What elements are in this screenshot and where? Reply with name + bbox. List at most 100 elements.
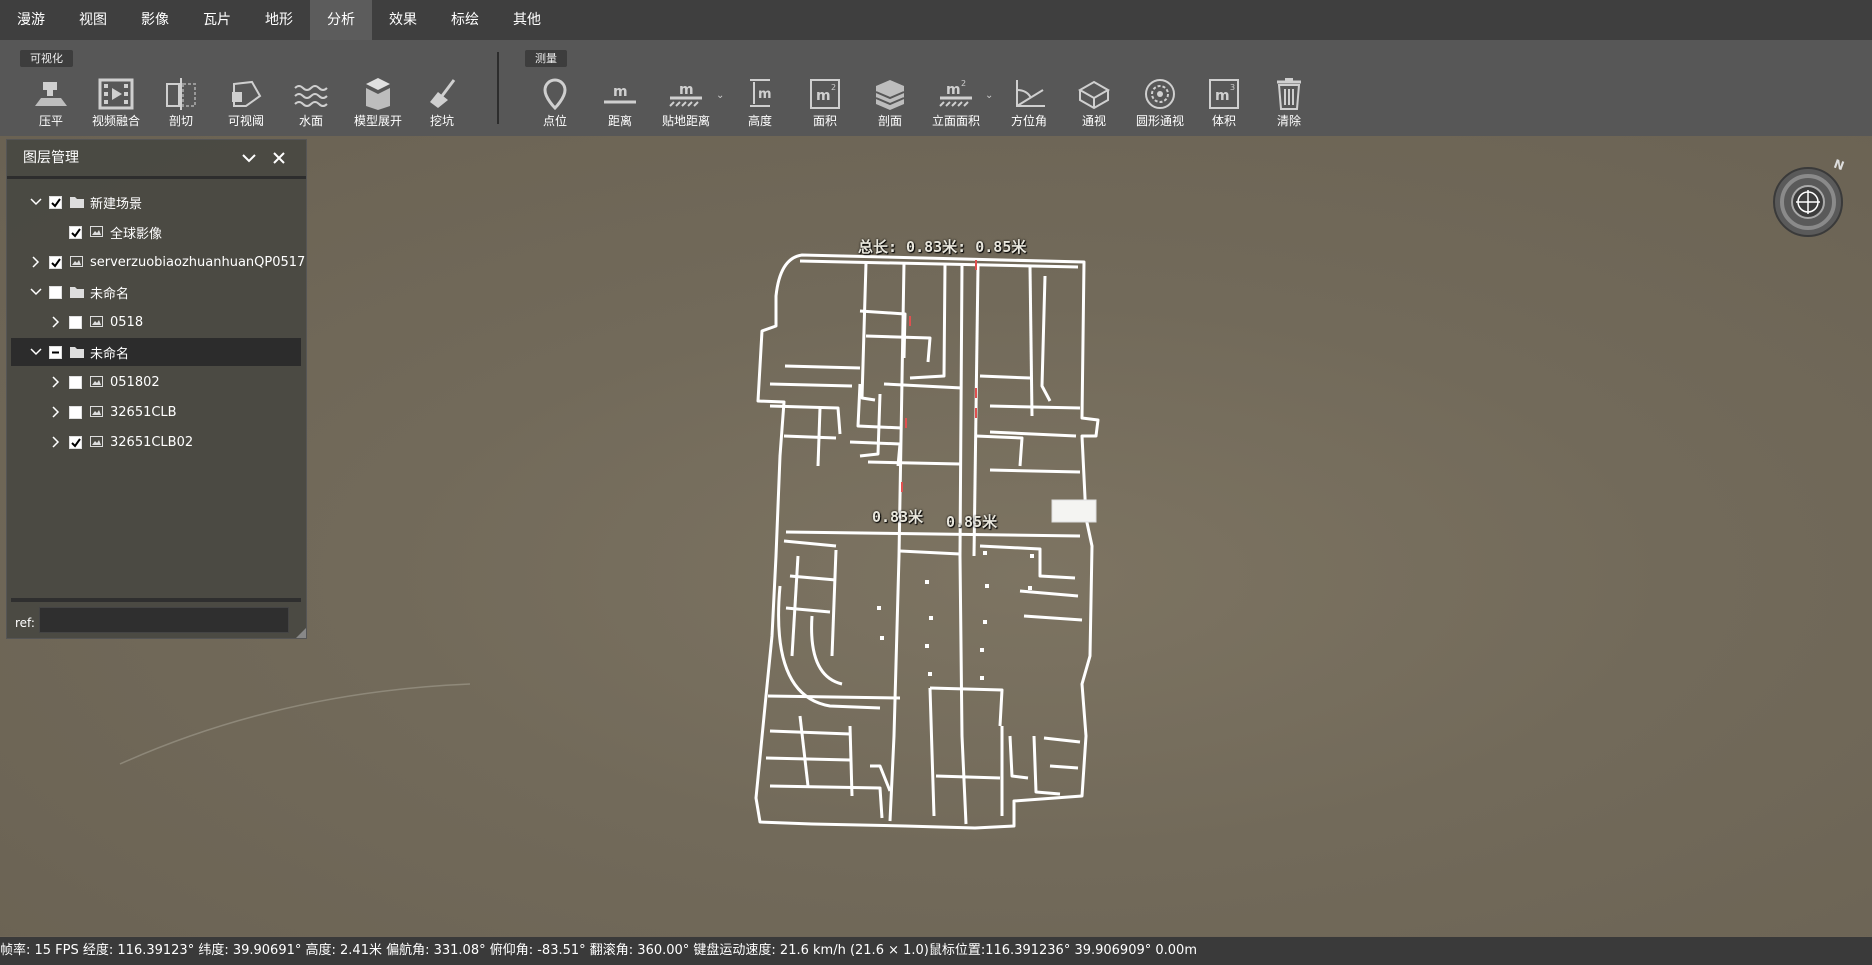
layer-checkbox[interactable]: [49, 345, 62, 359]
area-button[interactable]: m2 面积: [793, 74, 857, 134]
layer-checkbox[interactable]: [69, 315, 82, 329]
tree-node-unnamed[interactable]: 未命名: [11, 278, 319, 306]
area-icon: m2: [810, 79, 840, 109]
tree-node-new-scene[interactable]: 新建场景: [11, 188, 319, 216]
ribbon-divider: [497, 52, 499, 124]
close-button[interactable]: [267, 140, 291, 176]
video-fusion-button[interactable]: 视频融合: [84, 74, 148, 134]
ground-distance-icon: m: [669, 82, 702, 107]
tab-roam[interactable]: 漫游: [0, 0, 62, 40]
line-of-sight-button[interactable]: 通视: [1062, 74, 1126, 134]
svg-text:m: m: [946, 82, 961, 98]
tree-node-unnamed-selected[interactable]: 未命名: [11, 338, 301, 366]
facade-area-icon: m2: [939, 79, 972, 107]
tree-node-server-layer[interactable]: serverzuobiaozhuanhuanQP0517: [11, 248, 325, 276]
group-label-measure: 测量: [525, 50, 567, 67]
svg-text:2: 2: [831, 83, 836, 92]
status-text: 帧率: 15 FPS 经度: 116.39123° 纬度: 39.90691° …: [0, 943, 1197, 958]
collapse-button[interactable]: [237, 140, 261, 176]
layer-label: 0518: [110, 314, 144, 330]
chevron-down-icon[interactable]: ⌄: [716, 90, 724, 101]
flatten-button[interactable]: 压平: [19, 74, 83, 134]
facade-area-button[interactable]: m2 立面面积: [923, 74, 989, 134]
expand-arrow-icon[interactable]: [29, 255, 43, 269]
layer-checkbox[interactable]: [69, 405, 82, 419]
circular-sight-button[interactable]: 圆形通视: [1127, 74, 1193, 134]
tab-other[interactable]: 其他: [496, 0, 558, 40]
azimuth-button[interactable]: 方位角: [997, 74, 1061, 134]
tab-plotting[interactable]: 标绘: [434, 0, 496, 40]
water-surface-icon: [294, 85, 328, 107]
close-icon: [273, 152, 285, 164]
tool-label: 模型展开: [353, 114, 402, 128]
tab-analysis[interactable]: 分析: [310, 0, 372, 40]
tool-label: 剖面: [877, 114, 902, 128]
image-layer-icon: [90, 406, 103, 417]
tab-tiles[interactable]: 瓦片: [186, 0, 248, 40]
height-icon: m: [750, 79, 772, 107]
svg-text:m: m: [613, 84, 628, 100]
circular-sight-icon: [1145, 79, 1175, 109]
tree-node-051802[interactable]: 051802: [11, 368, 339, 396]
line-of-sight-icon: [1077, 80, 1111, 110]
main-menu-bar: 漫游 视图 影像 瓦片 地形 分析 效果 标绘 其他: [0, 0, 1872, 40]
model-explode-button[interactable]: 模型展开: [344, 74, 412, 134]
trash-icon: [1277, 78, 1301, 110]
layer-label: 未命名: [90, 286, 130, 302]
clip-button[interactable]: 剖切: [149, 74, 213, 134]
viewshed-button[interactable]: 可视阈: [214, 74, 278, 134]
section-button[interactable]: 剖面: [858, 74, 922, 134]
svg-text:m: m: [679, 82, 694, 98]
water-surface-button[interactable]: 水面: [279, 74, 343, 134]
expand-arrow-icon[interactable]: [49, 405, 63, 419]
tab-imagery[interactable]: 影像: [124, 0, 186, 40]
layer-label: 全球影像: [110, 226, 163, 242]
layer-checkbox[interactable]: [69, 435, 82, 449]
point-position-button[interactable]: 点位: [523, 74, 587, 134]
ref-input[interactable]: [39, 607, 289, 633]
distance-button[interactable]: m 距离: [588, 74, 652, 134]
excavate-button[interactable]: 挖坑: [410, 74, 474, 134]
tool-label: 距离: [607, 114, 632, 128]
tool-label: 压平: [38, 114, 63, 128]
volume-button[interactable]: m3 体积: [1192, 74, 1256, 134]
layer-checkbox[interactable]: [49, 255, 62, 269]
tool-label: 挖坑: [429, 114, 454, 128]
expand-arrow-icon[interactable]: [29, 195, 43, 209]
layer-checkbox[interactable]: [49, 285, 62, 299]
tree-node-32651clb02[interactable]: 32651CLB02: [11, 428, 339, 456]
tab-effects[interactable]: 效果: [372, 0, 434, 40]
chevron-down-icon: [242, 154, 256, 163]
tool-label: 体积: [1211, 114, 1236, 128]
layer-checkbox[interactable]: [69, 225, 82, 239]
svg-text:m: m: [816, 88, 831, 104]
resize-grip-icon[interactable]: [296, 628, 306, 638]
tool-label: 面积: [812, 114, 837, 128]
layer-label: 未命名: [90, 346, 130, 362]
expand-arrow-icon[interactable]: [49, 315, 63, 329]
group-label-visualization: 可视化: [20, 50, 73, 67]
clip-icon: [166, 78, 196, 110]
chevron-down-icon[interactable]: ⌄: [985, 90, 993, 101]
measure-total-label: 总长: 0.83米: 0.85米: [858, 238, 1027, 256]
expand-arrow-icon[interactable]: [49, 375, 63, 389]
horizontal-scrollbar[interactable]: [11, 598, 301, 602]
folder-icon: [70, 287, 84, 298]
navigation-compass[interactable]: N: [1772, 157, 1846, 244]
expand-arrow-icon[interactable]: [29, 285, 43, 299]
tab-terrain[interactable]: 地形: [248, 0, 310, 40]
height-button[interactable]: m 高度: [728, 74, 792, 134]
clear-button[interactable]: 清除: [1257, 74, 1321, 134]
tool-label: 水面: [298, 114, 323, 128]
tool-label: 圆形通视: [1135, 114, 1184, 128]
tree-node-global-imagery[interactable]: 全球影像: [11, 218, 359, 246]
expand-arrow-icon[interactable]: [49, 435, 63, 449]
tab-view[interactable]: 视图: [62, 0, 124, 40]
expand-arrow-icon[interactable]: [29, 345, 43, 359]
layer-checkbox[interactable]: [69, 375, 82, 389]
layer-checkbox[interactable]: [49, 195, 62, 209]
ground-distance-button[interactable]: m 贴地距离: [653, 74, 719, 134]
model-explode-icon: [366, 78, 390, 110]
tree-node-0518[interactable]: 0518: [11, 308, 339, 336]
tree-node-32651clb[interactable]: 32651CLB: [11, 398, 339, 426]
